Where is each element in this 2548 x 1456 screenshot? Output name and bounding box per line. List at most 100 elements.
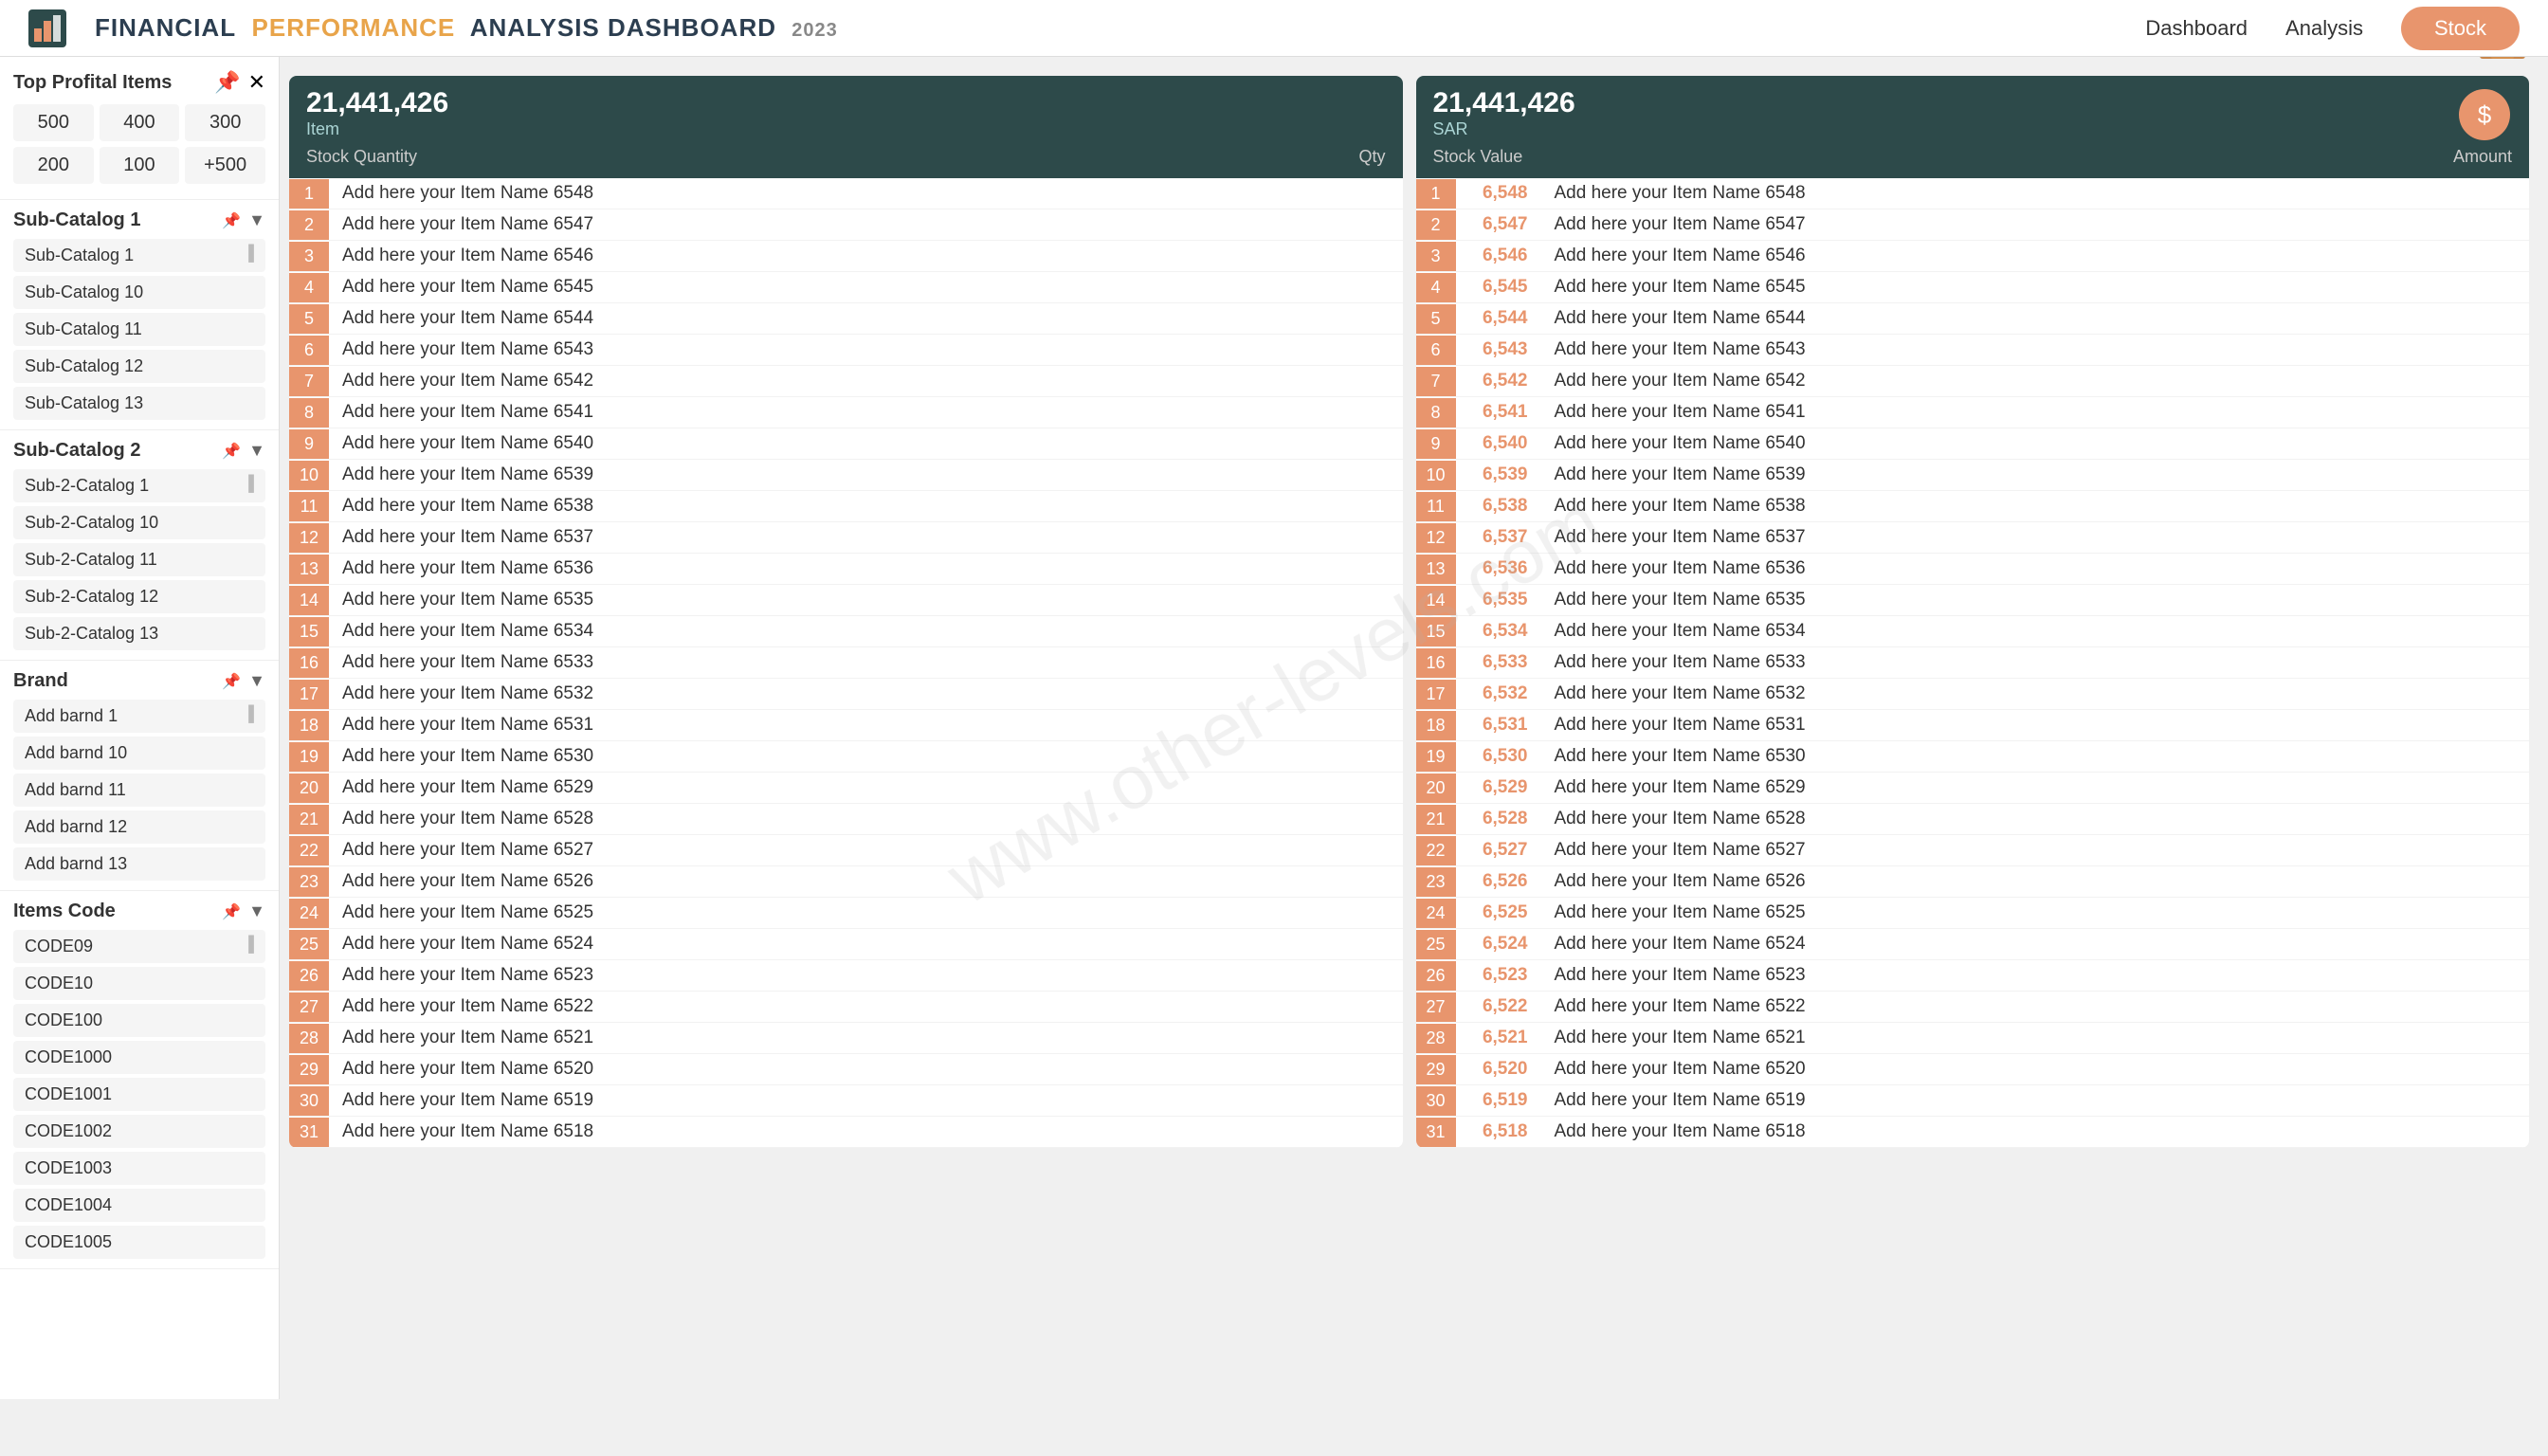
filter-list-item[interactable]: CODE1001	[13, 1078, 265, 1111]
header-nav: Dashboard Analysis Stock	[2145, 7, 2520, 50]
table-row: 4 Add here your Item Name 6545	[289, 272, 1403, 303]
right-panel-value: 21,441,426	[1433, 87, 2513, 119]
item-name-cell: Add here your Item Name 6522	[1541, 992, 2530, 1022]
table-row: 31 Add here your Item Name 6518	[289, 1117, 1403, 1148]
filter-list-item[interactable]: Sub-Catalog 13	[13, 387, 265, 420]
item-name-cell: Add here your Item Name 6525	[1541, 898, 2530, 928]
pin-icon[interactable]: 📌	[222, 211, 241, 230]
nav-analysis[interactable]: Analysis	[2285, 16, 2363, 41]
table-row: 13 Add here your Item Name 6536	[289, 554, 1403, 585]
filter-list-item[interactable]: Sub-2-Catalog 10	[13, 506, 265, 539]
pin-icon[interactable]: 📌	[214, 70, 240, 95]
nav-stock-button[interactable]: Stock	[2401, 7, 2520, 50]
rank-cell: 8	[289, 398, 329, 428]
item-name-cell: Add here your Item Name 6523	[329, 960, 1318, 991]
sidebar: Top Profital Items 📌 ✕ 500 400 300 200 1…	[0, 57, 280, 1399]
filter-list-item[interactable]: Add barnd 12	[13, 810, 265, 844]
filter-list-item[interactable]: CODE100	[13, 1004, 265, 1037]
top-profital-item[interactable]: 400	[100, 104, 180, 141]
rank-cell: 26	[1416, 961, 1456, 991]
rank-cell: 22	[1416, 836, 1456, 865]
item-name-cell: Add here your Item Name 6529	[329, 773, 1318, 803]
rank-cell: 25	[289, 930, 329, 959]
item-name-cell: Add here your Item Name 6523	[1541, 960, 2530, 991]
filter-list-item[interactable]: CODE1000	[13, 1041, 265, 1074]
table-row: 1 Add here your Item Name 6548	[289, 178, 1403, 209]
table-row: 22 Add here your Item Name 6527	[289, 835, 1403, 866]
top-profital-item[interactable]: 200	[13, 147, 94, 184]
table-row: 19 6,530 Add here your Item Name 6530	[1416, 741, 2530, 773]
header-title: FINANCIAL PERFORMANCE ANALYSIS DASHBOARD…	[95, 13, 838, 43]
top-profital-item[interactable]: +500	[185, 147, 265, 184]
chevron-down-icon[interactable]: ▼	[248, 901, 265, 921]
rank-cell: 31	[289, 1118, 329, 1147]
filter-list-item[interactable]: Add barnd 13	[13, 847, 265, 881]
filter-list-item[interactable]: Sub-Catalog 10	[13, 276, 265, 309]
sub-catalog2-controls: 📌 ▼	[222, 441, 265, 461]
filter-list-item[interactable]: Sub-2-Catalog 12	[13, 580, 265, 613]
filter-list-item[interactable]: CODE1003	[13, 1152, 265, 1185]
nav-dashboard[interactable]: Dashboard	[2145, 16, 2248, 41]
brand-section: Brand 📌 ▼ Add barnd 1 ▐ Add barnd 10 Add…	[0, 661, 279, 891]
pin-icon[interactable]: 📌	[222, 672, 241, 691]
rank-cell: 31	[1416, 1118, 1456, 1147]
filter-list-item[interactable]: CODE1004	[13, 1189, 265, 1222]
top-profital-grid: 500 400 300 200 100 +500	[13, 104, 265, 184]
rank-cell: 10	[289, 461, 329, 490]
filter-list-item[interactable]: CODE1002	[13, 1115, 265, 1148]
pin-icon[interactable]: 📌	[222, 902, 241, 921]
table-row: 9 6,540 Add here your Item Name 6540	[1416, 428, 2530, 460]
top-profital-item[interactable]: 100	[100, 147, 180, 184]
filter-list-item[interactable]: Add barnd 1 ▐	[13, 700, 265, 733]
filter-list-item[interactable]: CODE09 ▐	[13, 930, 265, 963]
table-row: 11 6,538 Add here your Item Name 6538	[1416, 491, 2530, 522]
top-profital-item[interactable]: 300	[185, 104, 265, 141]
chevron-down-icon[interactable]: ▼	[248, 671, 265, 691]
chevron-down-icon[interactable]: ▼	[248, 441, 265, 461]
rank-cell: 6	[1416, 336, 1456, 365]
filter-list-item[interactable]: Add barnd 11	[13, 774, 265, 807]
table-row: 16 Add here your Item Name 6533	[289, 647, 1403, 679]
filter-list-item[interactable]: Sub-2-Catalog 11	[13, 543, 265, 576]
rank-cell: 21	[289, 805, 329, 834]
rank-cell: 15	[1416, 617, 1456, 646]
close-icon[interactable]: ✕	[248, 70, 265, 95]
top-profital-item[interactable]: 500	[13, 104, 94, 141]
item-name-cell: Add here your Item Name 6529	[1541, 773, 2530, 803]
filter-list-item[interactable]: CODE1005	[13, 1226, 265, 1259]
pin-icon[interactable]: 📌	[222, 442, 241, 461]
amount-cell: 6,540	[1456, 433, 1541, 454]
items-code-header: Items Code 📌 ▼	[13, 901, 265, 922]
filter-list-item[interactable]: Sub-Catalog 1 ▐	[13, 239, 265, 272]
logo	[28, 9, 66, 47]
right-panel-header: 21,441,426 SAR Stock Value Amount $	[1416, 76, 2530, 178]
filter-list-item[interactable]: CODE10	[13, 967, 265, 1000]
item-name-cell: Add here your Item Name 6527	[1541, 835, 2530, 865]
right-panel-subtitle: SAR	[1433, 119, 2513, 139]
table-row: 28 6,521 Add here your Item Name 6521	[1416, 1023, 2530, 1054]
rank-cell: 2	[289, 210, 329, 240]
amount-cell: 6,535	[1456, 590, 1541, 610]
item-name-cell: Add here your Item Name 6530	[1541, 741, 2530, 772]
amount-cell: 6,530	[1456, 746, 1541, 767]
filter-list-item[interactable]: Sub-2-Catalog 13	[13, 617, 265, 650]
item-name-cell: Add here your Item Name 6544	[329, 303, 1318, 334]
filter-list-item[interactable]: Sub-Catalog 11	[13, 313, 265, 346]
item-name-cell: Add here your Item Name 6525	[329, 898, 1318, 928]
rank-cell: 24	[289, 899, 329, 928]
rank-cell: 11	[289, 492, 329, 521]
chevron-down-icon[interactable]: ▼	[248, 210, 265, 230]
table-row: 8 6,541 Add here your Item Name 6541	[1416, 397, 2530, 428]
item-name-cell: Add here your Item Name 6540	[329, 428, 1318, 459]
rank-cell: 9	[1416, 429, 1456, 459]
rank-cell: 4	[1416, 273, 1456, 302]
filter-list-item[interactable]: Add barnd 10	[13, 737, 265, 770]
sub-catalog1-controls: 📌 ▼	[222, 210, 265, 230]
filter-list-item[interactable]: Sub-2-Catalog 1 ▐	[13, 469, 265, 502]
filter-list-item[interactable]: Sub-Catalog 12	[13, 350, 265, 383]
item-name-cell: Add here your Item Name 6541	[329, 397, 1318, 428]
item-name-cell: Add here your Item Name 6533	[329, 647, 1318, 678]
rank-cell: 14	[289, 586, 329, 615]
amount-cell: 6,538	[1456, 496, 1541, 517]
table-row: 5 Add here your Item Name 6544	[289, 303, 1403, 335]
